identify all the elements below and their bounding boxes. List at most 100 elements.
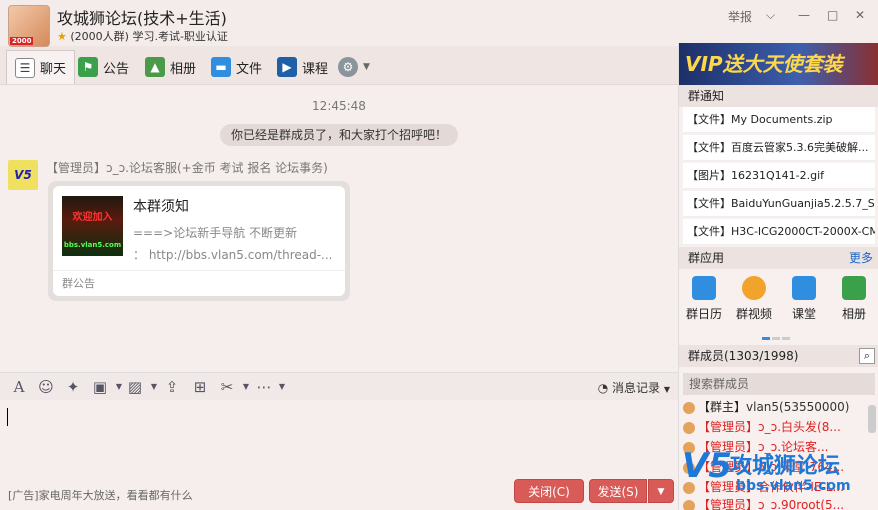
- watermark-text: 攻城狮论坛: [730, 454, 841, 479]
- message-input[interactable]: [0, 400, 678, 474]
- course-icon: ▶: [277, 57, 297, 77]
- star-icon: ★: [57, 30, 67, 43]
- chevron-down-icon: ▼: [363, 62, 370, 72]
- tab-bar: ☰ 聊天 ⚑ 公告 ▲ 相册 ▬ 文件 ▶ 课程 ⚙ ▼: [0, 50, 678, 84]
- tab-album-label: 相册: [170, 61, 197, 77]
- member-avatar: [683, 421, 695, 434]
- tab-announcement[interactable]: ⚑ 公告: [78, 50, 129, 84]
- send-options-chevron-icon[interactable]: ▼: [648, 479, 674, 503]
- more-apps-link[interactable]: 更多: [849, 247, 873, 269]
- group-avatar[interactable]: 2000: [8, 5, 50, 47]
- app-video[interactable]: 群视频: [734, 276, 774, 322]
- member-item[interactable]: 【管理员】ↄ_ↄ.白头发(8...: [683, 417, 873, 437]
- chevron-down-icon[interactable]: ▼: [237, 378, 255, 396]
- thumbnail-url: bbs.vlan5.com: [63, 241, 122, 249]
- vip-ad-banner[interactable]: VIP送大天使套装 广告: [679, 43, 878, 96]
- gift-icon[interactable]: ⊞: [191, 378, 209, 396]
- maximize-button[interactable]: □: [827, 8, 838, 22]
- tab-course-label: 课程: [302, 61, 329, 77]
- tab-announcement-label: 公告: [103, 61, 130, 77]
- message-history-label: 消息记录: [612, 381, 661, 395]
- watermark-logo: V5: [682, 446, 732, 486]
- member-name: vlan5(53550000): [746, 400, 850, 414]
- app-album-label: 相册: [841, 307, 866, 321]
- folder-icon: ▬: [211, 57, 231, 77]
- minimize-button[interactable]: —: [798, 8, 810, 22]
- card-footer: 群公告: [53, 270, 345, 296]
- album-icon: ▲: [145, 57, 165, 77]
- bottom-bar: [广告]家电周年大放送，看看都有什么 关闭(C) 发送(S) ▼: [0, 474, 678, 510]
- tab-chat[interactable]: ☰ 聊天: [6, 50, 76, 84]
- more-tools-icon[interactable]: ⋯: [255, 378, 273, 396]
- card-thumbnail: 欢迎加入 bbs.vlan5.com: [62, 196, 123, 256]
- message-history-button[interactable]: ◔ 消息记录 ▼: [598, 379, 670, 396]
- announcement-icon: ⚑: [78, 57, 98, 77]
- tab-album[interactable]: ▲ 相册: [145, 50, 196, 84]
- app-calendar-label: 群日历: [685, 307, 722, 321]
- send-button[interactable]: 发送(S): [589, 479, 647, 503]
- sender-avatar[interactable]: V5: [8, 160, 38, 190]
- group-apps-label: 群应用: [688, 251, 725, 265]
- message-timestamp: 12:45:48: [312, 99, 366, 113]
- close-window-button[interactable]: ✕: [855, 8, 865, 22]
- group-subtitle-text: (2000人群) 学习.考试-职业认证: [70, 30, 228, 43]
- members-scrollbar[interactable]: [868, 405, 876, 433]
- search-icon[interactable]: ⌕: [859, 348, 875, 364]
- menu-chevron-icon[interactable]: ⌵: [766, 8, 775, 23]
- watermark-url: bbs.vlan5.com: [736, 478, 851, 494]
- member-item[interactable]: 【群主】vlan5(53550000): [683, 397, 873, 417]
- tab-settings[interactable]: ⚙ ▼: [338, 50, 370, 84]
- announcement-card[interactable]: 欢迎加入 bbs.vlan5.com 本群须知 ===>论坛新手导航 不断更新 …: [48, 181, 350, 301]
- file-item[interactable]: 【文件】My Documents.zip: [683, 107, 875, 133]
- emoji-icon[interactable]: ☺: [37, 378, 55, 396]
- image-icon[interactable]: ▨: [126, 378, 144, 396]
- group-apps-header: 群应用 更多: [679, 247, 878, 269]
- scissors-icon[interactable]: ✂: [218, 378, 236, 396]
- app-video-label: 群视频: [735, 307, 772, 321]
- card-description-2: ： http://bbs.vlan5.com/thread-...: [133, 248, 333, 262]
- graduation-cap-icon: [792, 276, 816, 300]
- tab-chat-label: 聊天: [40, 62, 67, 77]
- file-item[interactable]: 【文件】百度云管家5.3.6完美破解...: [683, 135, 875, 161]
- album-icon: [842, 276, 866, 300]
- card-description-1: ===>论坛新手导航 不断更新: [133, 226, 298, 240]
- chat-history[interactable]: 12:45:48 你已经是群成员了，和大家打个招呼吧！ V5 【管理员】ↄ_ↄ.…: [0, 84, 678, 372]
- app-album[interactable]: 相册: [834, 276, 874, 322]
- upload-icon[interactable]: ⇪: [163, 378, 181, 396]
- clock-icon: ◔: [597, 381, 609, 395]
- member-avatar: [683, 401, 695, 414]
- tab-files-label: 文件: [236, 61, 263, 77]
- chevron-down-icon[interactable]: ▼: [273, 378, 291, 396]
- magic-wand-icon[interactable]: ✦: [64, 378, 82, 396]
- calendar-icon: [692, 276, 716, 300]
- input-toolbar: A ☺ ✦ ▣ ▼ ▨ ▼ ⇪ ⊞ ✂ ▼ ⋯ ▼ ◔ 消息记录 ▼: [0, 372, 678, 400]
- member-search-input[interactable]: 搜索群成员: [683, 373, 875, 395]
- app-calendar[interactable]: 群日历: [684, 276, 724, 322]
- member-name: ↄ_ↄ.白头发(8...: [758, 420, 841, 434]
- close-button[interactable]: 关闭(C): [514, 479, 584, 503]
- member-role: 【管理员】: [698, 420, 759, 434]
- card-title: 本群须知: [133, 199, 189, 215]
- system-notice: 你已经是群成员了，和大家打个招呼吧！: [220, 124, 458, 146]
- report-button[interactable]: 举报: [728, 8, 752, 25]
- file-item[interactable]: 【图片】16231Q141-2.gif: [683, 163, 875, 189]
- tab-course[interactable]: ▶ 课程: [277, 50, 328, 84]
- app-classroom[interactable]: 课堂: [784, 276, 824, 322]
- chevron-down-icon[interactable]: ▼: [145, 378, 163, 396]
- file-item[interactable]: 【文件】H3C-ICG2000CT-2000X-CM...: [683, 219, 875, 245]
- video-icon: [742, 276, 766, 300]
- app-pager[interactable]: [762, 329, 792, 343]
- group-subtitle: ★ (2000人群) 学习.考试-职业认证: [57, 28, 228, 44]
- font-icon[interactable]: A: [10, 378, 28, 396]
- ad-link[interactable]: [广告]家电周年大放送，看看都有什么: [8, 487, 193, 503]
- site-watermark: V5 攻城狮论坛 bbs.vlan5.com: [678, 440, 878, 510]
- sender-name[interactable]: 【管理员】ↄ_ↄ.论坛客服(+金币 考试 报名 论坛事务): [46, 159, 328, 176]
- group-notice-header: 群通知: [679, 85, 878, 107]
- file-item[interactable]: 【文件】BaiduYunGuanjia5.2.5.7_Sp...: [683, 191, 875, 217]
- group-title[interactable]: 攻城狮论坛(技术+生活): [57, 5, 227, 29]
- tab-files[interactable]: ▬ 文件: [211, 50, 262, 84]
- gift-box-icon[interactable]: ▣: [91, 378, 109, 396]
- text-caret: [7, 408, 8, 426]
- chevron-down-icon: ▼: [663, 385, 670, 394]
- thumbnail-text: 欢迎加入: [72, 212, 113, 223]
